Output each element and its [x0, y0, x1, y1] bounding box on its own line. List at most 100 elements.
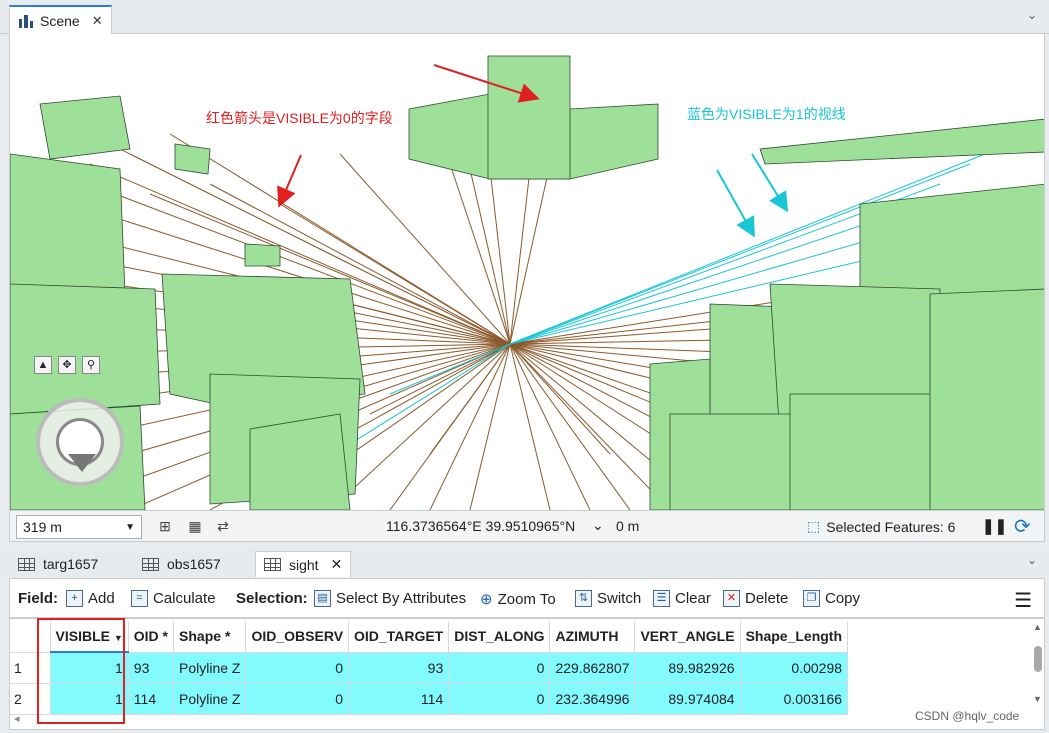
tab-obs1657[interactable]: obs1657 — [134, 551, 229, 577]
cell-dist-along[interactable]: 0 — [448, 683, 551, 715]
add-field-button[interactable]: + Add — [66, 590, 115, 607]
calculate-button[interactable]: = Calculate — [131, 590, 216, 607]
north-arrow-icon — [68, 454, 96, 472]
cyan-annotation-text: 蓝色为VISIBLE为1的视线 — [687, 106, 846, 122]
copy-label: Copy — [825, 590, 861, 607]
zoom-icon: ⊕ — [480, 591, 493, 608]
walk-icon[interactable]: ⚲ — [82, 356, 100, 374]
scroll-thumb[interactable] — [1034, 646, 1042, 672]
add-view-icon[interactable]: ⊞ — [156, 517, 174, 535]
navigator-control[interactable] — [36, 398, 124, 486]
copy-button[interactable]: ❐ Copy — [803, 590, 860, 607]
cell-shape-length[interactable]: 0.003166 — [740, 683, 849, 715]
column-header-oid-target[interactable]: OID_TARGET — [348, 621, 450, 653]
zoom-to-label: Zoom To — [497, 590, 556, 608]
attribute-table[interactable]: VISIBLE ▼ OID * Shape * OID_OBSERV OID_T… — [9, 618, 1045, 730]
pan-icon[interactable]: ✥ — [58, 356, 76, 374]
column-header-dist-along[interactable]: DIST_ALONG — [448, 621, 551, 653]
switch-icon: ⇅ — [575, 590, 592, 607]
scroll-up-icon[interactable]: ▲ — [1033, 622, 1042, 632]
cell-shape[interactable]: Polyline Z — [173, 683, 247, 715]
cell-shape-length[interactable]: 0.00298 — [740, 652, 849, 684]
visible-column-highlight-box — [37, 618, 125, 724]
column-header-azimuth[interactable]: AZIMUTH — [549, 621, 636, 653]
cell-oid[interactable]: 114 — [128, 683, 175, 715]
cell-vert-angle[interactable]: 89.982926 — [634, 652, 741, 684]
switch-label: Switch — [597, 590, 642, 607]
toggle-icon[interactable]: ⇄ — [214, 517, 232, 535]
tab-scene-label: Scene — [40, 12, 80, 29]
cell-oid-observ[interactable]: 0 — [245, 683, 350, 715]
building-block — [929, 288, 1044, 510]
selection-label: Selection: — [236, 590, 308, 607]
clear-label: Clear — [675, 590, 711, 607]
building-block — [759, 118, 1044, 165]
delete-button[interactable]: ✕ Delete — [723, 590, 788, 607]
chevron-down-icon[interactable]: ⌄ — [1027, 8, 1037, 22]
pause-icon[interactable]: ❚❚ — [982, 517, 1007, 535]
scene-icon — [18, 13, 34, 29]
table-row[interactable]: 1 1 93 Polyline Z 0 93 0 229.862807 89.9… — [10, 652, 849, 684]
delete-icon: ✕ — [723, 590, 740, 607]
tab-scene[interactable]: Scene ✕ — [9, 5, 112, 34]
clear-button[interactable]: ☰ Clear — [653, 590, 711, 607]
scroll-left-icon[interactable]: ◂ — [14, 712, 20, 725]
field-label: Field: — [18, 590, 58, 607]
cell-oid-target[interactable]: 114 — [348, 683, 450, 715]
building-block — [39, 95, 131, 160]
scroll-down-icon[interactable]: ▼ — [1033, 694, 1042, 704]
close-icon[interactable]: ✕ — [92, 13, 103, 29]
sightline-invisible — [509, 343, 611, 455]
scene-status-bar: 319 m ▼ ⊞ ▦ ⇄ 116.3736564°E 39.9510965°N… — [9, 510, 1045, 542]
column-header-shape-length[interactable]: Shape_Length — [740, 621, 849, 653]
attribute-table-tabs: targ1657 obs1657 sight ✕ ⌄ — [0, 549, 1049, 577]
menu-icon[interactable]: ☰ — [1014, 588, 1032, 613]
building-block — [10, 153, 126, 300]
chevron-down-icon[interactable]: ⌄ — [592, 517, 604, 534]
tab-targ1657[interactable]: targ1657 — [10, 551, 106, 577]
column-header-oid[interactable]: OID * — [128, 621, 175, 653]
column-header-oid-observ[interactable]: OID_OBSERV — [245, 621, 350, 653]
zoom-to-button[interactable]: ⊕ Zoom To — [480, 590, 556, 609]
tab-sight[interactable]: sight ✕ — [255, 551, 352, 577]
cell-vert-angle[interactable]: 89.974084 — [634, 683, 741, 715]
table-icon — [264, 558, 281, 571]
sightline-invisible — [469, 343, 511, 510]
scene-view[interactable]: 红色箭头是VISIBLE为0的字段 蓝色为VISIBLE为1的视线 ▲ ✥ ⚲ — [9, 34, 1045, 510]
switch-button[interactable]: ⇅ Switch — [575, 590, 641, 607]
nav-mode-buttons: ▲ ✥ ⚲ — [34, 356, 100, 374]
scene-canvas[interactable] — [10, 34, 1045, 510]
column-header-vert-angle[interactable]: VERT_ANGLE — [634, 621, 741, 653]
coordinates-readout: 116.3736564°E 39.9510965°N — [386, 518, 576, 534]
calculate-label: Calculate — [153, 590, 216, 607]
cell-azimuth[interactable]: 232.364996 — [549, 683, 636, 715]
sightline-invisible — [509, 163, 551, 345]
cell-shape[interactable]: Polyline Z — [173, 652, 247, 684]
select-by-attributes-button[interactable]: ▤ Select By Attributes — [314, 590, 466, 607]
sightline-invisible — [509, 168, 531, 345]
table-icon — [142, 557, 159, 571]
clear-icon: ☰ — [653, 590, 670, 607]
scale-value: 319 m — [23, 519, 62, 535]
pan-up-icon[interactable]: ▲ — [34, 356, 52, 374]
refresh-icon[interactable]: ⟳ — [1014, 514, 1031, 539]
scale-dropdown[interactable]: 319 m ▼ — [16, 515, 142, 539]
selected-features[interactable]: ⬚ Selected Features: 6 — [807, 518, 955, 535]
cell-oid-target[interactable]: 93 — [348, 652, 450, 684]
copy-icon: ❐ — [803, 590, 820, 607]
chevron-down-icon[interactable]: ⌄ — [1027, 553, 1037, 567]
cell-oid[interactable]: 93 — [128, 652, 175, 684]
select-by-attributes-label: Select By Attributes — [336, 590, 467, 607]
column-header-shape[interactable]: Shape * — [173, 621, 247, 653]
cell-oid-observ[interactable]: 0 — [245, 652, 350, 684]
cell-azimuth[interactable]: 229.862807 — [549, 652, 636, 684]
selected-features-label: Selected Features: 6 — [826, 518, 956, 535]
close-icon[interactable]: ✕ — [331, 556, 343, 573]
dropdown-arrow-icon: ▼ — [125, 521, 135, 533]
table-row[interactable]: 2 1 114 Polyline Z 0 114 0 232.364996 89… — [10, 683, 849, 715]
tab-label: sight — [289, 556, 319, 573]
cell-dist-along[interactable]: 0 — [448, 652, 551, 684]
building-block — [249, 413, 351, 510]
vertical-scrollbar[interactable]: ▲ ▼ — [1033, 622, 1043, 708]
grid-icon[interactable]: ▦ — [186, 517, 204, 535]
